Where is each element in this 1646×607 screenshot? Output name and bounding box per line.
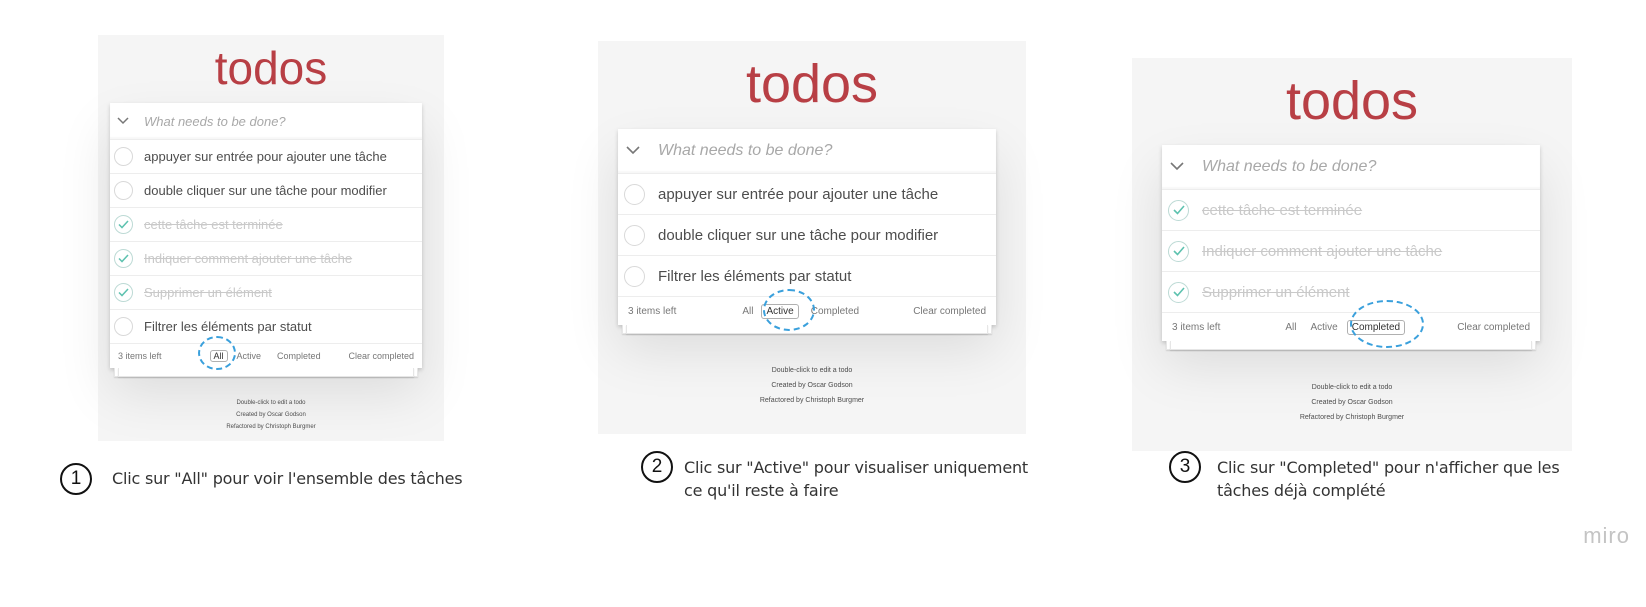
todo-toggle[interactable] (1168, 199, 1189, 221)
todo-item[interactable]: cette tâche est terminée (1162, 190, 1540, 231)
todo-item[interactable]: appuyer sur entrée pour ajouter une tâch… (618, 174, 996, 215)
todo-item[interactable]: Filtrer les éléments par statut (618, 256, 996, 297)
todo-label: cette tâche est terminée (144, 217, 283, 232)
todo-label: appuyer sur entrée pour ajouter une tâch… (658, 185, 939, 203)
filter-active[interactable]: Active (1309, 321, 1338, 334)
filter-bar: All Active Completed (741, 303, 860, 319)
step-number-badge: 3 (1169, 451, 1201, 483)
info-line-refactored: Refactored by Christoph Burgmer (226, 424, 316, 430)
info-line-created: Created by Oscar Godson (771, 382, 853, 389)
info-line-edit: Double-click to edit a todo (1311, 384, 1393, 391)
step-number-badge: 2 (641, 451, 673, 483)
todo-item[interactable]: Indiquer comment ajouter une tâche (1162, 231, 1540, 272)
todo-label: double cliquer sur une tâche pour modifi… (144, 183, 387, 198)
screenshot-panel-all: todos appuyer sur entrée pour ajouter un… (98, 35, 444, 441)
todo-item[interactable]: cette tâche est terminée (110, 208, 422, 242)
todo-toggle[interactable] (1168, 240, 1189, 262)
chevron-down-icon[interactable] (618, 142, 648, 160)
screenshot-panel-active: todos appuyer sur entrée pour ajouter un… (598, 41, 1026, 434)
info-line-created: Created by Oscar Godson (1311, 399, 1393, 406)
filter-completed[interactable]: Completed (810, 305, 860, 318)
todo-item[interactable]: Supprimer un élément (110, 276, 422, 310)
checkmark-icon (1172, 246, 1185, 256)
step-caption-line: Clic sur "All" pour voir l'ensemble des … (112, 469, 463, 488)
app-title: todos (1285, 71, 1419, 131)
todo-label: Indiquer comment ajouter une tâche (144, 251, 353, 266)
new-todo-input[interactable] (1202, 158, 1540, 176)
checkmark-icon (118, 220, 129, 229)
todo-label: appuyer sur entrée pour ajouter une tâch… (144, 149, 387, 164)
filter-active[interactable]: Active (761, 303, 799, 319)
todo-toggle[interactable] (114, 283, 133, 302)
todo-toggle[interactable] (114, 249, 133, 268)
info-line-refactored: Refactored by Christoph Burgmer (1299, 414, 1405, 421)
step-caption-line: tâches déjà complété (1217, 481, 1386, 500)
info-line-created: Created by Oscar Godson (236, 412, 306, 418)
todo-toggle[interactable] (624, 224, 645, 246)
info-line-edit: Double-click to edit a todo (236, 400, 306, 406)
app-title: todos (745, 54, 879, 114)
new-todo-input[interactable] (658, 142, 996, 160)
todo-label: Filtrer les éléments par statut (144, 319, 312, 334)
checkmark-icon (118, 288, 129, 297)
todo-item[interactable]: double cliquer sur une tâche pour modifi… (110, 174, 422, 208)
todo-footer: 3 items left All Active Completed Clear … (618, 297, 996, 325)
step-caption: Clic sur "All" pour voir l'ensemble des … (112, 467, 463, 490)
todo-label: Indiquer comment ajouter une tâche (1202, 242, 1443, 260)
todo-label: double cliquer sur une tâche pour modifi… (658, 226, 939, 244)
clear-completed-button[interactable]: Clear completed (913, 306, 986, 317)
info-line-edit: Double-click to edit a todo (771, 367, 853, 374)
filter-completed[interactable]: Completed (1346, 319, 1406, 335)
step-caption: Clic sur "Completed" pour n'afficher que… (1217, 456, 1560, 502)
todo-toggle[interactable] (624, 183, 645, 205)
info-footer: Double-click to edit a todo Created by O… (1132, 380, 1572, 425)
filter-all[interactable]: All (1284, 321, 1297, 334)
checkmark-icon (1172, 205, 1185, 215)
todo-toggle[interactable] (114, 147, 133, 166)
step-caption-line: Clic sur "Completed" pour n'afficher que… (1217, 458, 1560, 477)
todo-item[interactable]: Filtrer les éléments par statut (110, 310, 422, 344)
filter-completed[interactable]: Completed (276, 350, 322, 362)
filter-all[interactable]: All (209, 350, 228, 362)
screenshot-panel-completed: todos cette tâche est terminée Indiquer … (1132, 58, 1572, 451)
filter-active[interactable]: Active (236, 350, 263, 362)
todo-toggle[interactable] (624, 265, 645, 287)
todo-label: Filtrer les éléments par statut (658, 267, 852, 285)
todo-toggle[interactable] (1168, 281, 1189, 303)
todo-toggle[interactable] (114, 215, 133, 234)
app-title: todos (214, 42, 328, 94)
chevron-down-icon[interactable] (110, 114, 136, 128)
clear-completed-button[interactable]: Clear completed (1457, 322, 1530, 333)
todo-item[interactable]: appuyer sur entrée pour ajouter une tâch… (110, 140, 422, 174)
items-left-count: 3 items left (118, 351, 162, 361)
miro-watermark: miro (1583, 523, 1630, 548)
todo-item[interactable]: Indiquer comment ajouter une tâche (110, 242, 422, 276)
items-left-count: 3 items left (1172, 321, 1221, 333)
step-caption-line: ce qu'il reste à faire (684, 481, 839, 500)
todo-label: cette tâche est terminée (1202, 201, 1363, 219)
new-todo-input[interactable] (144, 113, 422, 129)
todo-toggle[interactable] (114, 181, 133, 200)
info-footer: Double-click to edit a todo Created by O… (598, 363, 1026, 408)
step-caption-line: Clic sur "Active" pour visualiser unique… (684, 458, 1028, 477)
info-line-refactored: Refactored by Christoph Burgmer (759, 397, 865, 404)
todo-footer: 3 items left All Active Completed Clear … (110, 344, 422, 368)
todo-item[interactable]: double cliquer sur une tâche pour modifi… (618, 215, 996, 256)
todo-footer: 3 items left All Active Completed Clear … (1162, 313, 1540, 341)
step-caption: Clic sur "Active" pour visualiser unique… (684, 456, 1028, 502)
chevron-down-icon[interactable] (1162, 158, 1192, 176)
filter-bar: All Active Completed (1284, 319, 1406, 335)
todo-label: Supprimer un élément (144, 285, 272, 300)
todo-item[interactable]: Supprimer un élément (1162, 272, 1540, 313)
step-number-badge: 1 (60, 463, 92, 495)
filter-all[interactable]: All (741, 305, 754, 318)
clear-completed-button[interactable]: Clear completed (348, 351, 414, 361)
info-footer: Double-click to edit a todo Created by O… (98, 397, 444, 433)
filter-bar: All Active Completed (209, 350, 322, 362)
todo-toggle[interactable] (114, 317, 133, 336)
checkmark-icon (1172, 287, 1185, 297)
todo-label: Supprimer un élément (1202, 283, 1350, 301)
checkmark-icon (118, 254, 129, 263)
items-left-count: 3 items left (628, 305, 677, 317)
